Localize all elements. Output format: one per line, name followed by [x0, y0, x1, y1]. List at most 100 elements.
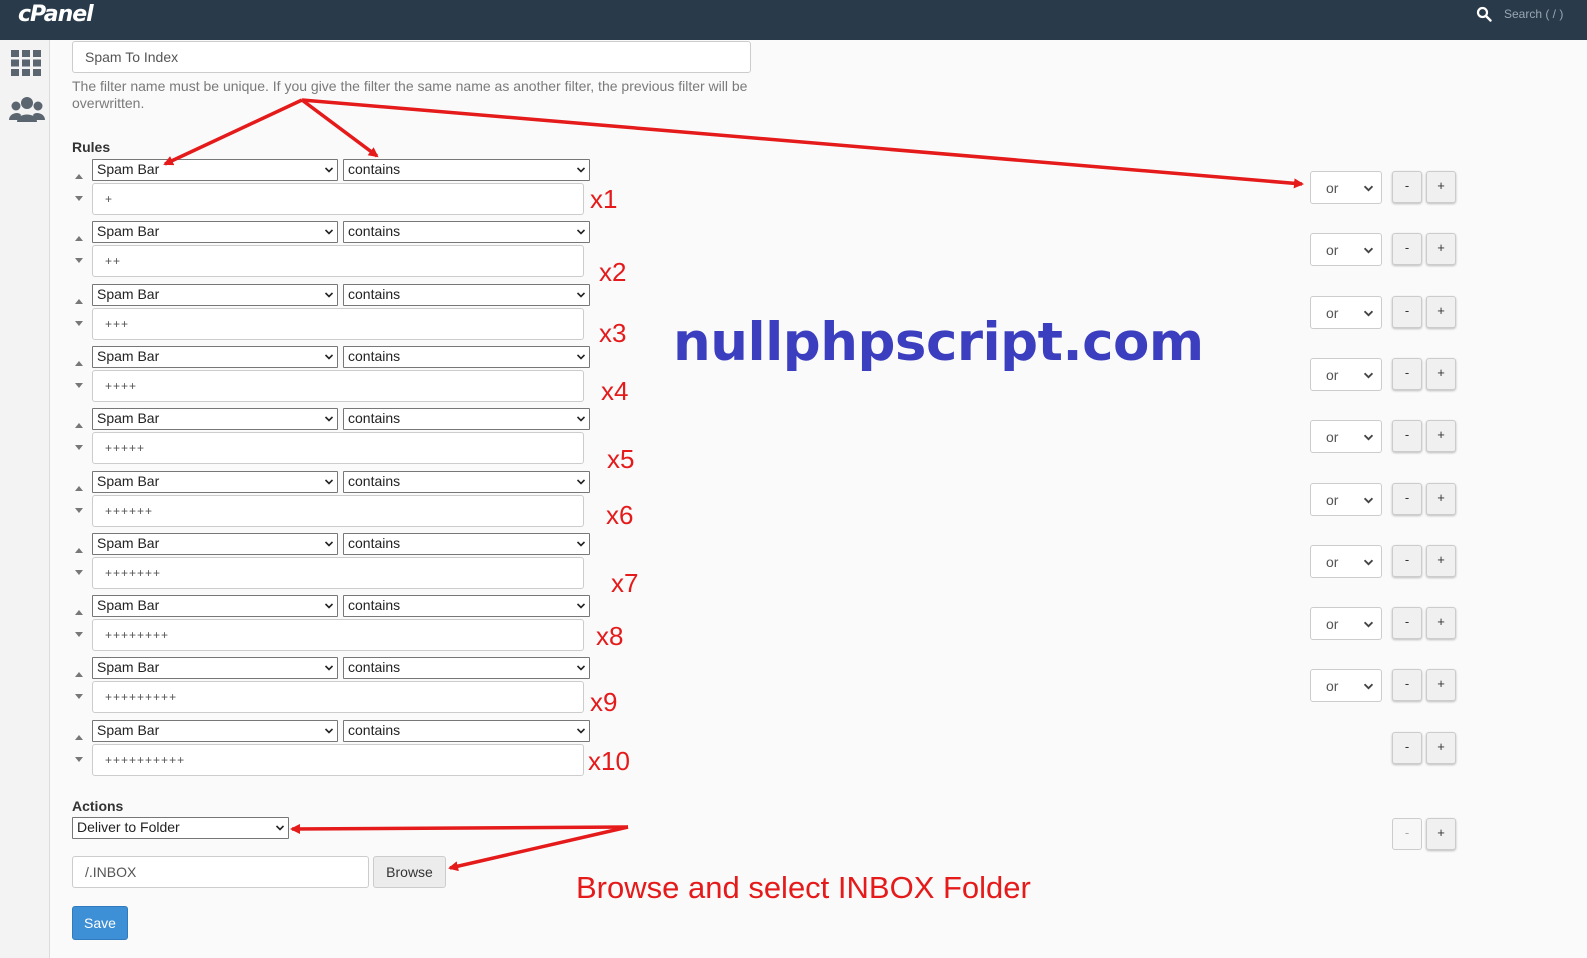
rule-operator-select[interactable]: contains — [343, 408, 590, 431]
rule-operator-select[interactable]: contains — [343, 345, 590, 368]
move-down-icon[interactable] — [75, 382, 83, 388]
remove-action-button[interactable]: - — [1392, 818, 1422, 850]
add-rule-button[interactable]: + — [1426, 171, 1456, 203]
rule-conjunction-select[interactable]: or — [1310, 357, 1382, 391]
move-down-icon[interactable] — [75, 196, 83, 201]
remove-rule-button[interactable]: - — [1392, 420, 1422, 453]
rule-field-select[interactable]: Spam Bar — [92, 595, 338, 618]
add-rule-button[interactable]: + — [1426, 233, 1456, 266]
remove-rule-button[interactable]: - — [1392, 607, 1422, 640]
remove-rule-button[interactable]: - — [1392, 669, 1422, 702]
move-up-icon[interactable] — [75, 734, 83, 740]
move-up-icon[interactable] — [75, 360, 83, 366]
add-rule-button[interactable]: + — [1426, 607, 1456, 640]
move-up-icon[interactable] — [75, 672, 83, 678]
add-rule-button[interactable]: + — [1426, 544, 1456, 577]
chevron-down-icon — [577, 541, 585, 547]
add-rule-button[interactable]: + — [1426, 731, 1456, 764]
remove-rule-button[interactable]: - — [1392, 731, 1422, 764]
chevron-down-icon — [325, 728, 333, 734]
remove-rule-button[interactable]: - — [1392, 544, 1422, 577]
remove-rule-button[interactable]: - — [1392, 482, 1422, 515]
rule-operator-select[interactable]: contains — [343, 470, 590, 493]
rule-value-input[interactable]: + — [92, 183, 584, 215]
rule-operator-select[interactable]: contains — [343, 283, 590, 306]
move-down-icon[interactable] — [75, 507, 83, 513]
count-annotation: x10 — [588, 746, 630, 776]
actions-label: Actions — [72, 798, 124, 814]
add-action-button[interactable]: + — [1426, 818, 1456, 850]
remove-rule-button[interactable]: - — [1392, 233, 1422, 266]
rule-value-input[interactable]: +++++++++ — [92, 681, 584, 714]
rule-field-select[interactable]: Spam Bar — [92, 532, 338, 555]
rule-value-input[interactable]: ++++++++ — [92, 619, 584, 652]
move-down-icon[interactable] — [75, 258, 83, 264]
rule-operator-select[interactable]: contains — [343, 657, 590, 680]
move-down-icon[interactable] — [75, 569, 83, 575]
folder-path-input[interactable]: /.INBOX — [72, 856, 369, 888]
browse-button[interactable]: Browse — [373, 856, 446, 888]
rule-value-input[interactable]: +++++++ — [92, 556, 584, 589]
rule-field-select[interactable]: Spam Bar — [92, 719, 338, 742]
rule-conjunction-select[interactable]: or — [1310, 669, 1382, 703]
rule-operator-select[interactable]: contains — [343, 532, 590, 555]
move-down-icon[interactable] — [75, 756, 83, 762]
move-up-icon[interactable] — [75, 485, 83, 491]
move-down-icon[interactable] — [75, 445, 83, 451]
chevron-down-icon — [325, 541, 333, 547]
add-rule-button[interactable]: + — [1426, 295, 1456, 328]
add-rule-button[interactable]: + — [1426, 420, 1456, 453]
rule-operator-select[interactable]: contains — [343, 719, 590, 742]
action-select[interactable]: Deliver to Folder — [72, 817, 289, 839]
rule-conjunction-select[interactable]: or — [1310, 420, 1382, 454]
filter-name-input[interactable]: Spam To Index — [72, 41, 751, 73]
rule-value-input[interactable]: +++++ — [92, 432, 584, 465]
move-down-icon[interactable] — [75, 632, 83, 638]
rule-value-input[interactable]: ++ — [92, 245, 584, 278]
rule-value-input[interactable]: ++++ — [92, 369, 584, 402]
move-down-icon[interactable] — [75, 694, 83, 700]
rule-conjunction-select[interactable]: or — [1310, 233, 1382, 267]
move-up-icon[interactable] — [75, 610, 83, 616]
rule-field-select[interactable]: Spam Bar — [92, 221, 338, 244]
rule-field-select[interactable]: Spam Bar — [92, 159, 338, 181]
rule-field-select[interactable]: Spam Bar — [92, 470, 338, 493]
rule-operator-select[interactable]: contains — [343, 221, 590, 244]
chevron-down-icon — [325, 354, 333, 360]
rule-conjunction-select[interactable]: or — [1310, 607, 1382, 641]
save-button[interactable]: Save — [72, 906, 128, 940]
watermark-text: nullphpscript.com — [673, 312, 1204, 373]
rule-field-select[interactable]: Spam Bar — [92, 408, 338, 431]
remove-rule-button[interactable]: - — [1392, 295, 1422, 328]
rule-value-input[interactable]: ++++++++++ — [92, 743, 584, 776]
rule-value-input[interactable]: +++ — [92, 307, 584, 340]
add-rule-button[interactable]: + — [1426, 669, 1456, 702]
move-up-icon[interactable] — [75, 423, 83, 429]
rule-conjunction-select[interactable]: or — [1310, 544, 1382, 578]
move-up-icon[interactable] — [75, 174, 83, 179]
move-up-icon[interactable] — [75, 547, 83, 553]
remove-rule-button[interactable]: - — [1392, 357, 1422, 390]
rule-field-select[interactable]: Spam Bar — [92, 283, 338, 306]
rule-operator-select[interactable]: contains — [343, 159, 590, 181]
move-up-icon[interactable] — [75, 298, 83, 304]
move-down-icon[interactable] — [75, 320, 83, 326]
rule-field-value: Spam Bar — [97, 534, 160, 551]
rule-conjunction-select[interactable]: or — [1310, 171, 1382, 204]
chevron-down-icon — [325, 416, 333, 422]
chevron-down-icon — [1364, 247, 1373, 254]
rule-field-select[interactable]: Spam Bar — [92, 345, 338, 368]
add-rule-button[interactable]: + — [1426, 357, 1456, 390]
rule-conjunction-select[interactable]: or — [1310, 295, 1382, 329]
add-rule-button[interactable]: + — [1426, 482, 1456, 515]
rule-operator-select[interactable]: contains — [343, 595, 590, 618]
rule-field-select[interactable]: Spam Bar — [92, 657, 338, 680]
chevron-down-icon — [577, 354, 585, 360]
rule-conjunction-value: or — [1326, 429, 1339, 446]
remove-rule-button[interactable]: - — [1392, 171, 1422, 203]
rule-value-input[interactable]: ++++++ — [92, 494, 584, 527]
action-select-value: Deliver to Folder — [77, 819, 180, 835]
rule-conjunction-value: or — [1326, 553, 1339, 570]
rule-conjunction-select[interactable]: or — [1310, 482, 1382, 516]
move-up-icon[interactable] — [75, 236, 83, 242]
